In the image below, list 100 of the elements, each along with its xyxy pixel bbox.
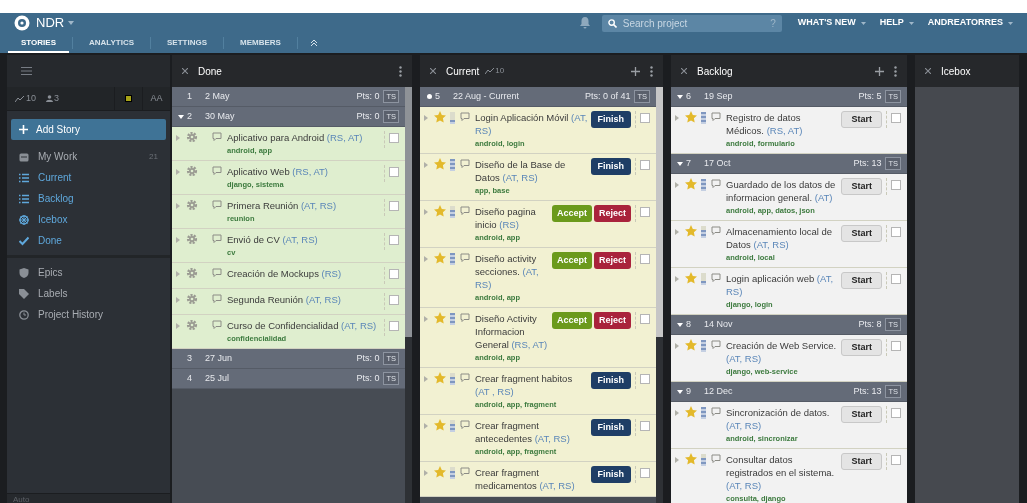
story-action-button[interactable]: Accept [551,205,592,222]
expand-arrow-icon[interactable] [675,343,679,349]
checkbox[interactable] [640,421,650,431]
collapse-icon[interactable] [310,39,317,47]
checkbox[interactable] [640,113,650,123]
checkbox[interactable] [389,201,399,211]
story-action-button[interactable]: Reject [594,312,631,329]
story-action-button[interactable]: Start [841,339,882,356]
sidebar-item[interactable]: Icebox [7,209,170,230]
story-card[interactable]: Creación de Mockups (RS) [172,263,405,289]
checkbox[interactable] [891,180,901,190]
expand-arrow-icon[interactable] [424,209,428,215]
tab[interactable]: SETTINGS [154,35,221,53]
more-icon[interactable] [894,65,897,77]
checkbox[interactable] [389,235,399,245]
menu-button[interactable]: WHAT'S NEW [797,16,866,30]
more-icon[interactable] [650,65,653,77]
sidebar-item[interactable]: Backlog [7,188,170,209]
sidebar-item[interactable]: Current [7,167,170,188]
story-action-button[interactable]: Reject [594,252,631,269]
scrollbar-thumb[interactable] [405,87,412,337]
checkbox[interactable] [389,167,399,177]
checkbox[interactable] [891,408,901,418]
menu-button[interactable]: HELP [879,16,914,30]
checkbox[interactable] [891,227,901,237]
checkbox[interactable] [640,374,650,384]
expand-arrow-icon[interactable] [176,271,180,277]
story-card[interactable]: Crear fragment medicamentos (AT, RS) Finish [420,462,656,497]
expand-arrow-icon[interactable] [424,256,428,262]
expand-arrow-icon[interactable] [424,470,428,476]
close-icon[interactable] [182,68,188,74]
checkbox[interactable] [640,468,650,478]
story-action-button[interactable]: Finish [590,466,631,483]
checkbox[interactable] [389,295,399,305]
more-icon[interactable] [399,65,402,77]
expand-arrow-icon[interactable] [675,276,679,282]
story-action-button[interactable]: Accept [551,312,592,329]
sidebar-item[interactable]: Done [7,230,170,251]
expand-arrow-icon[interactable] [424,316,428,322]
story-action-button[interactable]: Start [841,453,882,470]
story-card[interactable]: Segunda Reunión (AT, RS) [172,289,405,315]
story-action-button[interactable]: Finish [590,158,631,175]
plus-icon[interactable] [631,66,640,76]
add-story-button[interactable]: Add Story [11,119,166,140]
sidebar-item[interactable]: Epics [7,262,170,283]
story-action-button[interactable]: Start [841,272,882,289]
story-action-button[interactable]: Finish [590,372,631,389]
expand-arrow-icon[interactable] [675,182,679,188]
logo-icon[interactable] [14,15,30,31]
sidebar-item[interactable]: Project History [7,304,170,325]
menu-icon[interactable] [21,67,32,75]
expand-arrow-icon[interactable] [176,203,180,209]
checkbox[interactable] [891,455,901,465]
bell-icon[interactable] [579,17,590,29]
story-action-button[interactable]: Reject [594,205,631,222]
expand-arrow-icon[interactable] [675,410,679,416]
expand-arrow-icon[interactable] [424,115,428,121]
expand-arrow-icon[interactable] [176,323,180,329]
tab[interactable]: ANALYTICS [76,35,148,53]
checkbox[interactable] [640,207,650,217]
scrollbar-thumb[interactable] [656,87,663,337]
expand-arrow-icon[interactable] [424,423,428,429]
checkbox[interactable] [891,341,901,351]
caret-icon[interactable] [68,21,75,25]
expand-arrow-icon[interactable] [176,237,180,243]
expand-arrow-icon[interactable] [176,169,180,175]
checkbox[interactable] [640,314,650,324]
expand-arrow-icon[interactable] [176,297,180,303]
story-action-button[interactable]: Start [841,225,882,242]
checkbox[interactable] [389,133,399,143]
story-action-button[interactable]: Finish [590,111,631,128]
color-swatch-icon[interactable] [125,95,132,102]
checkbox[interactable] [640,254,650,264]
close-icon[interactable] [925,68,931,74]
font-size-button[interactable]: AA [142,87,170,110]
menu-button[interactable]: ANDREATORRES [927,16,1013,30]
story-action-button[interactable]: Start [841,178,882,195]
sidebar-item[interactable]: Labels [7,283,170,304]
close-icon[interactable] [430,68,436,74]
expand-arrow-icon[interactable] [424,162,428,168]
expand-arrow-icon[interactable] [675,457,679,463]
plus-icon[interactable] [875,66,884,76]
story-action-button[interactable]: Start [841,406,882,423]
comment-icon [711,407,721,417]
expand-arrow-icon[interactable] [675,229,679,235]
checkbox[interactable] [891,113,901,123]
checkbox[interactable] [389,321,399,331]
snowflake-icon [19,214,29,225]
checkbox[interactable] [640,160,650,170]
story-action-button[interactable]: Accept [551,252,592,269]
project-name[interactable]: NDR [36,13,65,33]
expand-arrow-icon[interactable] [176,135,180,141]
expand-arrow-icon[interactable] [675,115,679,121]
checkbox[interactable] [389,269,399,279]
story-action-button[interactable]: Start [841,111,882,128]
expand-arrow-icon[interactable] [424,376,428,382]
checkbox[interactable] [891,274,901,284]
close-icon[interactable] [681,68,687,74]
story-action-button[interactable]: Finish [590,419,631,436]
tab[interactable]: MEMBERS [227,35,294,53]
